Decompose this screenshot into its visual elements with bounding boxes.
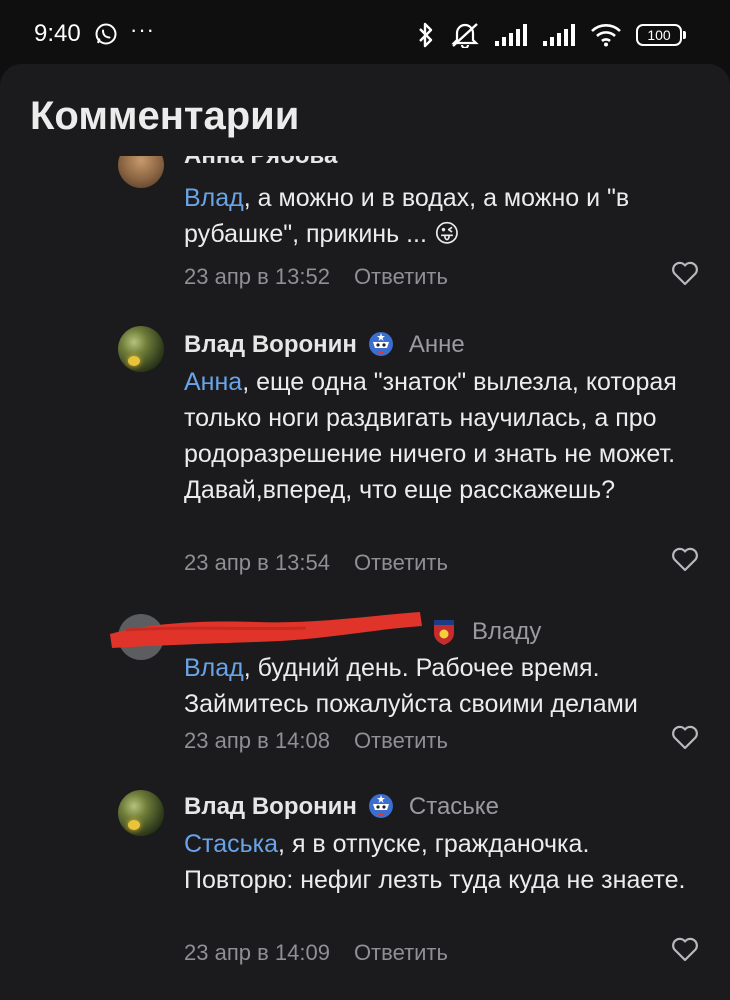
avatar[interactable] [118, 326, 164, 372]
whatsapp-icon [95, 23, 117, 45]
comment-body: , еще одна "знаток" вылезла, которая тол… [184, 368, 677, 504]
more-dots-icon: ··· [130, 17, 155, 42]
reply-button[interactable]: Ответить [354, 550, 448, 576]
heart-icon[interactable] [671, 260, 699, 286]
comment-body: , а можно и в водах, а можно и "в рубашк… [184, 184, 630, 248]
comment-date: 23 апр в 13:54 [184, 550, 330, 575]
heart-icon[interactable] [671, 546, 699, 572]
comment-date: 23 апр в 14:08 [184, 728, 330, 753]
bluetooth-icon [419, 22, 433, 48]
battery-level: 100 [636, 24, 682, 46]
cska-badge-icon [434, 620, 454, 645]
comment-author[interactable]: Влад Воронин [184, 793, 357, 821]
mention-link[interactable]: Влад [184, 184, 244, 212]
wifi-icon [591, 24, 621, 47]
battery-icon: 100 [636, 24, 686, 46]
comment-body: , будний день. Рабочее время. Займитесь … [184, 654, 638, 718]
comment-header: Влад Воронин Стаське [184, 792, 499, 822]
comment-meta: 23 апр в 14:09 Ответить [184, 940, 448, 966]
mention-link[interactable]: Влад [184, 654, 244, 682]
reply-to-label: Анне [408, 331, 465, 358]
page-title: Комментарии [30, 94, 300, 138]
reply-to-label: Владу [472, 618, 542, 645]
mention-link[interactable]: Анна [184, 368, 242, 396]
reply-button[interactable]: Ответить [354, 264, 448, 290]
reply-to-label: Стаське [408, 793, 499, 820]
comment-date: 23 апр в 13:52 [184, 264, 330, 289]
comment-meta: 23 апр в 13:54 Ответить [184, 550, 448, 576]
status-icons: 100 [416, 20, 686, 50]
heart-icon[interactable] [671, 936, 699, 962]
heart-icon[interactable] [671, 724, 699, 750]
mute-icon [451, 23, 479, 48]
signal-icon [543, 24, 575, 46]
comment-text: Анна, еще одна "знаток" вылезла, которая… [184, 364, 704, 508]
comment-header: Владу [430, 617, 541, 647]
reply-button[interactable]: Ответить [354, 728, 448, 754]
reply-button[interactable]: Ответить [354, 940, 448, 966]
comment-meta: 23 апр в 14:08 Ответить [184, 728, 448, 754]
captain-america-badge-icon [368, 332, 393, 356]
avatar[interactable] [118, 790, 164, 836]
avatar[interactable] [118, 614, 164, 660]
comment-text: Влад, будний день. Рабочее время. Займит… [184, 650, 704, 722]
comment-header: Влад Воронин Анне [184, 330, 465, 360]
mention-link[interactable]: Стаська [184, 830, 278, 858]
comments-list: Анна Рябова Влад, а можно и в водах, а м… [0, 64, 730, 1000]
comment-author[interactable]: Влад Воронин [184, 331, 357, 359]
comment-meta: 23 апр в 13:52 Ответить [184, 264, 448, 290]
sheet-header: Комментарии [0, 64, 730, 156]
comment-date: 23 апр в 14:09 [184, 940, 330, 965]
status-bar: 9:40 ··· 100 [0, 0, 730, 66]
captain-america-badge-icon [368, 794, 393, 818]
comment-text: Стаська, я в отпуске, гражданочка. Повто… [184, 826, 704, 898]
comment-text: Влад, а можно и в водах, а можно и "в ру… [184, 180, 704, 252]
comments-sheet: Анна Рябова Влад, а можно и в водах, а м… [0, 64, 730, 1000]
signal-icon [495, 24, 527, 46]
status-time: 9:40 [34, 20, 81, 47]
